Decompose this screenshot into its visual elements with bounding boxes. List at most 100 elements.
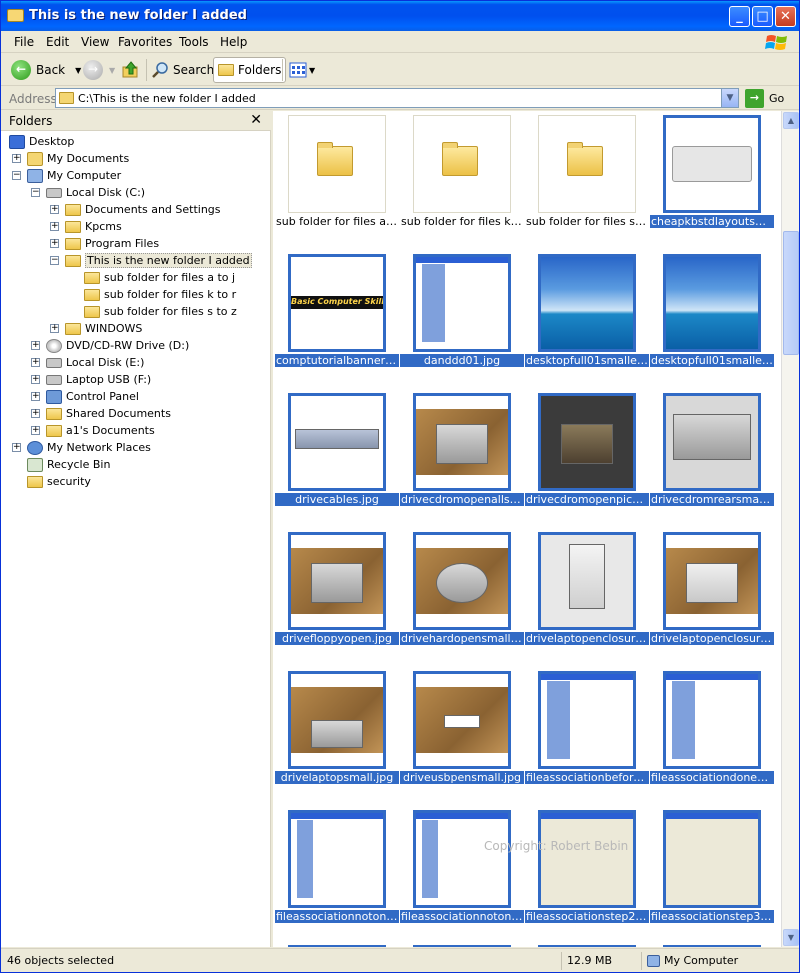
expand-toggle[interactable]: + (50, 324, 59, 333)
tree-item-my-documents[interactable]: My Documents (27, 150, 129, 167)
close-button[interactable]: ✕ (775, 6, 796, 27)
screenshot-image (416, 813, 508, 905)
back-button[interactable]: ← Back ▼ (11, 57, 81, 83)
menu-help[interactable]: Help (220, 35, 247, 49)
thumbnail (413, 115, 511, 213)
list-item[interactable]: fileassociationdonesm... (650, 669, 774, 791)
expand-toggle[interactable]: + (50, 239, 59, 248)
list-item[interactable]: desktopfull01smaller.jpg (650, 252, 774, 374)
list-item[interactable]: driveusbpensmall.jpg (400, 669, 524, 791)
list-item[interactable]: sub folder for files s to z (525, 113, 649, 235)
list-item[interactable]: sub folder for files a to j (275, 113, 399, 235)
file-name: drivelaptopenclosurep... (525, 632, 649, 645)
menu-file[interactable]: File (14, 35, 34, 49)
tree-item-dvd-drive[interactable]: DVD/CD-RW Drive (D:) (46, 337, 189, 354)
desktop-icon (9, 134, 25, 149)
list-item[interactable]: fileassociationstep2.jpg (525, 808, 649, 930)
tree-item-recycle-bin[interactable]: Recycle Bin (27, 456, 110, 473)
tree-item-new-folder[interactable]: This is the new folder I added (65, 252, 252, 269)
thumbnail (288, 115, 386, 213)
address-input[interactable]: C:\This is the new folder I added ▼ (55, 88, 739, 108)
tree-item-security[interactable]: security (27, 473, 91, 490)
collapse-toggle[interactable]: − (12, 171, 21, 180)
list-item[interactable]: drivecdromopenallsm... (400, 391, 524, 513)
search-button[interactable]: Search (151, 57, 214, 83)
expand-toggle[interactable]: + (31, 426, 40, 435)
file-name: drivecdromopenallsm... (400, 493, 524, 506)
title-bar[interactable]: This is the new folder I added _ □ ✕ (1, 1, 799, 31)
menu-edit[interactable]: Edit (46, 35, 69, 49)
forward-arrow-icon: → (83, 60, 103, 80)
tree-item-local-disk-e[interactable]: Local Disk (E:) (46, 354, 144, 371)
expand-toggle[interactable]: + (12, 154, 21, 163)
folders-button[interactable]: Folders (213, 57, 287, 83)
list-item[interactable]: drivelaptopenclosurep... (525, 530, 649, 652)
tree-item-windows[interactable]: WINDOWS (65, 320, 142, 337)
file-view[interactable]: sub folder for files a to j sub folder f… (273, 111, 781, 947)
maximize-button[interactable]: □ (752, 6, 773, 27)
tree-item-desktop[interactable]: Desktop (9, 133, 74, 150)
address-dropdown-button[interactable]: ▼ (721, 89, 738, 107)
chevron-down-icon[interactable]: ▼ (109, 66, 115, 75)
menu-favorites[interactable]: Favorites (118, 35, 172, 49)
expand-toggle[interactable]: + (31, 341, 40, 350)
tree-item-laptop-usb[interactable]: Laptop USB (F:) (46, 371, 151, 388)
tree-item-documents-and-settings[interactable]: Documents and Settings (65, 201, 221, 218)
list-item[interactable]: drivefloppyopen.jpg (275, 530, 399, 652)
scroll-down-button[interactable]: ▼ (783, 929, 799, 946)
chevron-down-icon[interactable]: ▼ (75, 66, 81, 75)
collapse-toggle[interactable]: − (50, 256, 59, 265)
menu-tools[interactable]: Tools (179, 35, 209, 49)
tree-item-subfolder-a-j[interactable]: sub folder for files a to j (84, 269, 235, 286)
vertical-scrollbar[interactable]: ▲ ▼ (781, 111, 799, 947)
scroll-thumb[interactable] (783, 231, 799, 355)
folders-label: Folders (238, 63, 282, 77)
file-name: sub folder for files k to r (401, 215, 524, 228)
expand-toggle[interactable]: + (12, 443, 21, 452)
expand-toggle[interactable]: + (31, 409, 40, 418)
list-item[interactable]: cheapkbstdlayoutsmal... (650, 113, 774, 235)
file-name: fileassociationnotonlis... (275, 910, 399, 923)
expand-toggle[interactable]: + (31, 375, 40, 384)
list-item[interactable]: fileassociationbeforew... (525, 669, 649, 791)
enclosure-image (568, 544, 606, 609)
minimize-button[interactable]: _ (729, 6, 750, 27)
go-button[interactable]: → Go (745, 88, 784, 108)
list-item[interactable]: drivecdromrearsmall.jpg (650, 391, 774, 513)
expand-toggle[interactable]: + (50, 205, 59, 214)
tree-item-program-files[interactable]: Program Files (65, 235, 159, 252)
list-item[interactable]: drivecables.jpg (275, 391, 399, 513)
menu-view[interactable]: View (81, 35, 109, 49)
list-item[interactable]: desktopfull01smaller.gif (525, 252, 649, 374)
list-item[interactable]: drivelaptopsmall.jpg (275, 669, 399, 791)
list-item[interactable]: sub folder for files k to r (400, 113, 524, 235)
thumbnail (413, 671, 511, 769)
tree-item-local-disk-c[interactable]: Local Disk (C:) (46, 184, 145, 201)
tree-item-subfolder-s-z[interactable]: sub folder for files s to z (84, 303, 237, 320)
up-button[interactable] (121, 57, 141, 83)
tree-item-kpcms[interactable]: Kpcms (65, 218, 122, 235)
tree-item-a1-documents[interactable]: a1's Documents (46, 422, 155, 439)
list-item[interactable]: fileassociationstep3.jpg (650, 808, 774, 930)
list-item[interactable]: drivecdromopenpickup... (525, 391, 649, 513)
thumbnail (663, 671, 761, 769)
list-item[interactable]: Basic Computer Skills comptutorialbanner… (275, 252, 399, 374)
collapse-toggle[interactable]: − (31, 188, 40, 197)
list-item[interactable]: danddd01.jpg (400, 252, 524, 374)
scroll-up-button[interactable]: ▲ (783, 112, 799, 129)
views-button[interactable]: ▼ (289, 57, 315, 83)
tree-item-my-computer[interactable]: My Computer (27, 167, 121, 184)
tree-item-shared-documents[interactable]: Shared Documents (46, 405, 171, 422)
tree-item-subfolder-k-r[interactable]: sub folder for files k to r (84, 286, 236, 303)
close-icon[interactable]: ✕ (250, 112, 262, 128)
list-item[interactable]: fileassociationnotonlis... (400, 808, 524, 930)
list-item[interactable]: drivehardopensmall.jpg (400, 530, 524, 652)
tree-item-my-network-places[interactable]: My Network Places (27, 439, 151, 456)
forward-button[interactable]: → ▼ (83, 57, 115, 83)
expand-toggle[interactable]: + (31, 392, 40, 401)
list-item[interactable]: fileassociationnotonlis... (275, 808, 399, 930)
list-item[interactable]: drivelaptopenclosures... (650, 530, 774, 652)
expand-toggle[interactable]: + (50, 222, 59, 231)
expand-toggle[interactable]: + (31, 358, 40, 367)
tree-item-control-panel[interactable]: Control Panel (46, 388, 139, 405)
